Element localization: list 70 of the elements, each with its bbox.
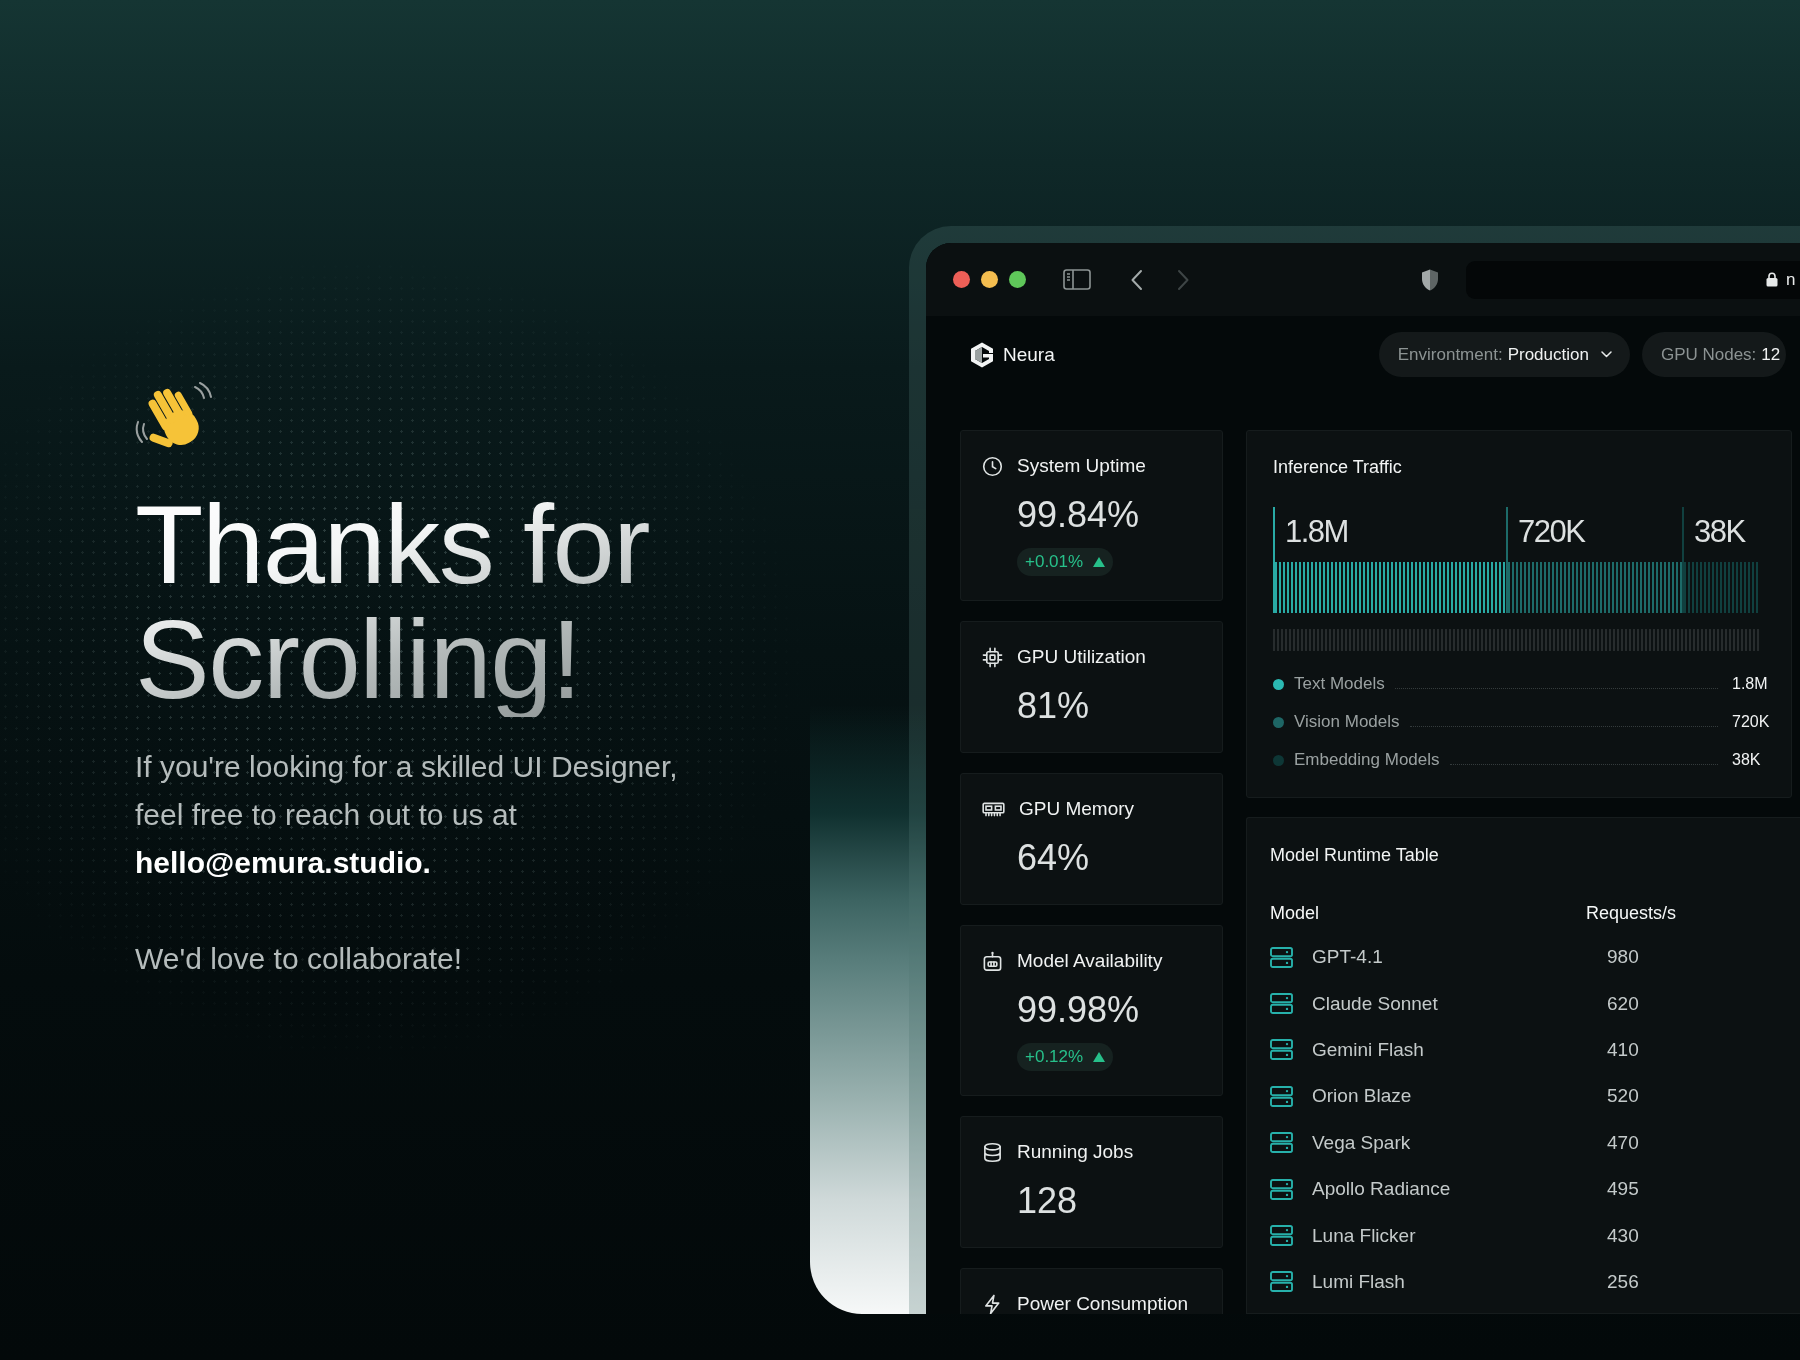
chevron-down-icon [1600, 351, 1612, 358]
table-cell-text: 470 [1606, 1131, 1639, 1154]
table-cell-text: 520 [1606, 1085, 1639, 1108]
filter-dropdown[interactable]: Environtment: Production [1378, 332, 1630, 377]
segment-value: 38K [1693, 513, 1747, 551]
column-header: Model [1270, 902, 1321, 925]
server-icon [1270, 1178, 1293, 1200]
model-name: Apollo Radiance [1312, 1178, 1451, 1201]
stat-value: 99.98% [1017, 988, 1141, 1032]
table-cell-text: 256 [1606, 1270, 1639, 1293]
hero-message: If you're looking for a skilled UI Designer, feel free to reach out to us at hello@emura.studio. [135, 749, 679, 881]
legend-value: 1.8M [1732, 675, 1769, 693]
zoom-button[interactable] [1009, 271, 1026, 288]
legend-value: 720K [1732, 713, 1771, 731]
address-bar[interactable]: n [1466, 260, 1800, 299]
table-cell-text: 430 [1606, 1224, 1639, 1247]
segment-value: 1.8M [1284, 513, 1349, 551]
lock-icon [1766, 272, 1778, 287]
stat-title: GPU Memory [1019, 797, 1135, 821]
column-header: Requests/s [1586, 902, 1677, 925]
table-cell-text: 495 [1606, 1178, 1639, 1201]
shield-icon[interactable] [1420, 267, 1440, 292]
legend-label: Vision Models [1294, 712, 1400, 732]
model-name: Luna Flicker [1312, 1224, 1416, 1247]
chip-icon [982, 646, 1003, 668]
server-icon [1270, 1085, 1293, 1107]
close-button[interactable] [953, 271, 970, 288]
sidebar-icon[interactable] [1063, 269, 1091, 290]
minimize-button[interactable] [981, 271, 998, 288]
delta-value: +0.01% [1025, 552, 1084, 572]
logo-icon [968, 340, 996, 369]
legend-label: Text Models [1294, 674, 1385, 694]
robot-icon [982, 950, 1003, 972]
clock-icon [982, 455, 1003, 477]
stat-value: 64% [1017, 836, 1091, 880]
model-name: Claude Sonnet [1312, 992, 1438, 1015]
card-title: Model Runtime Table [1270, 844, 1440, 867]
stat-title: Running Jobs [1017, 1140, 1134, 1164]
back-icon[interactable] [1130, 268, 1143, 291]
stat-title: System Uptime [1017, 454, 1146, 478]
server-icon [1270, 1132, 1293, 1154]
server-icon [1270, 1271, 1293, 1293]
server-icon [1270, 1039, 1293, 1061]
table-cell-text: 410 [1606, 1038, 1639, 1061]
status-chip[interactable]: GPU Nodes: 12 [1641, 332, 1787, 377]
memory-module-icon [982, 801, 1005, 817]
stat-value: 128 [1017, 1179, 1079, 1223]
model-name: Vega Spark [1312, 1131, 1411, 1154]
legend-label: Embedding Models [1294, 750, 1440, 770]
card-title: Inference Traffic [1273, 456, 1403, 479]
stat-value: 99.84% [1017, 493, 1141, 537]
model-name: Lumi Flash [1312, 1270, 1405, 1293]
stat-value: 81% [1017, 684, 1091, 728]
server-icon [1270, 946, 1293, 968]
model-name: GPT-4.1 [1312, 946, 1383, 969]
model-name: Gemini Flash [1312, 1038, 1424, 1061]
delta-value: +0.12% [1025, 1047, 1084, 1067]
stat-title: Power Consumption [1017, 1292, 1189, 1314]
brand-name: Neura [1003, 343, 1055, 366]
table-cell-text: 620 [1606, 992, 1639, 1015]
server-icon [1270, 1225, 1293, 1247]
database-icon [982, 1141, 1003, 1163]
stat-title: Model Availability [1017, 949, 1163, 973]
segment-value: 720K [1517, 513, 1586, 551]
stat-title: GPU Utilization [1017, 645, 1146, 669]
table-cell-text: 980 [1606, 946, 1639, 969]
closing-line: We'd love to collaborate! [135, 941, 464, 977]
model-name: Orion Blaze [1312, 1085, 1412, 1108]
server-icon [1270, 993, 1293, 1015]
legend-value: 38K [1732, 751, 1762, 769]
